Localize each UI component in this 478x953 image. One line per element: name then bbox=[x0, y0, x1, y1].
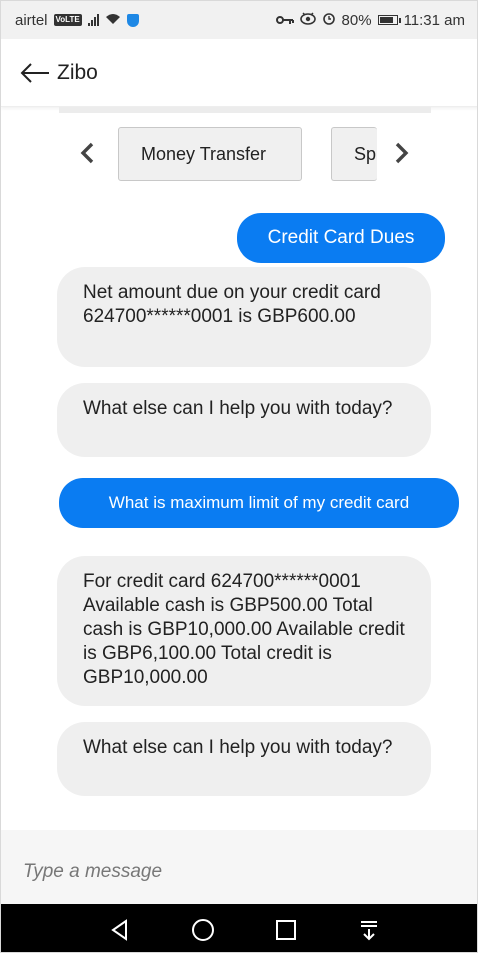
battery-fill bbox=[379, 17, 393, 23]
battery-percent: 80% bbox=[341, 11, 372, 29]
chat-header: Zibo bbox=[1, 39, 477, 107]
bot-message-help-2: What else can I help you with today? bbox=[57, 722, 431, 796]
square-recent-icon[interactable] bbox=[273, 917, 299, 943]
bot-message-net-amount: Net amount due on your credit card 62470… bbox=[57, 267, 431, 367]
shield-icon bbox=[126, 13, 139, 27]
status-left: airtel VoLTE bbox=[15, 12, 139, 29]
clock: 11:31 am bbox=[403, 11, 465, 29]
bot-message-help-1: What else can I help you with today? bbox=[57, 383, 431, 457]
bot-message-limits: For credit card 624700******0001 Availab… bbox=[57, 556, 431, 706]
carrier-name: airtel bbox=[15, 11, 48, 29]
status-bar: airtel VoLTE 80% 11:31 am bbox=[1, 1, 477, 39]
back-arrow-icon[interactable] bbox=[19, 61, 55, 85]
volte-icon: VoLTE bbox=[53, 14, 82, 26]
wifi-icon bbox=[105, 12, 121, 29]
user-message-credit-card-dues: Credit Card Dues bbox=[237, 213, 445, 263]
battery-icon bbox=[377, 15, 401, 25]
quick-reply-carousel: Money Transfer Sp bbox=[1, 113, 477, 193]
user-message-max-limit: What is maximum limit of my credit card bbox=[59, 478, 459, 528]
key-icon bbox=[275, 12, 294, 29]
message-input[interactable] bbox=[23, 861, 443, 883]
signal-icon bbox=[87, 14, 99, 26]
chip-money-transfer[interactable]: Money Transfer bbox=[118, 127, 302, 181]
message-composer bbox=[1, 830, 477, 904]
notification-pull-icon[interactable] bbox=[356, 917, 382, 943]
app-frame: airtel VoLTE 80% 11:31 am Zibo Money Tra… bbox=[0, 0, 478, 953]
chip-partial[interactable]: Sp bbox=[331, 127, 377, 181]
triangle-back-icon[interactable] bbox=[107, 917, 133, 943]
chat-title: Zibo bbox=[57, 60, 98, 84]
eye-icon bbox=[299, 11, 316, 29]
alarm-icon bbox=[322, 11, 336, 29]
status-right: 80% 11:31 am bbox=[275, 11, 465, 29]
chevron-right-icon[interactable] bbox=[393, 141, 415, 165]
circle-home-icon[interactable] bbox=[190, 917, 216, 943]
android-nav-bar bbox=[1, 904, 477, 952]
chevron-left-icon[interactable] bbox=[78, 141, 100, 165]
